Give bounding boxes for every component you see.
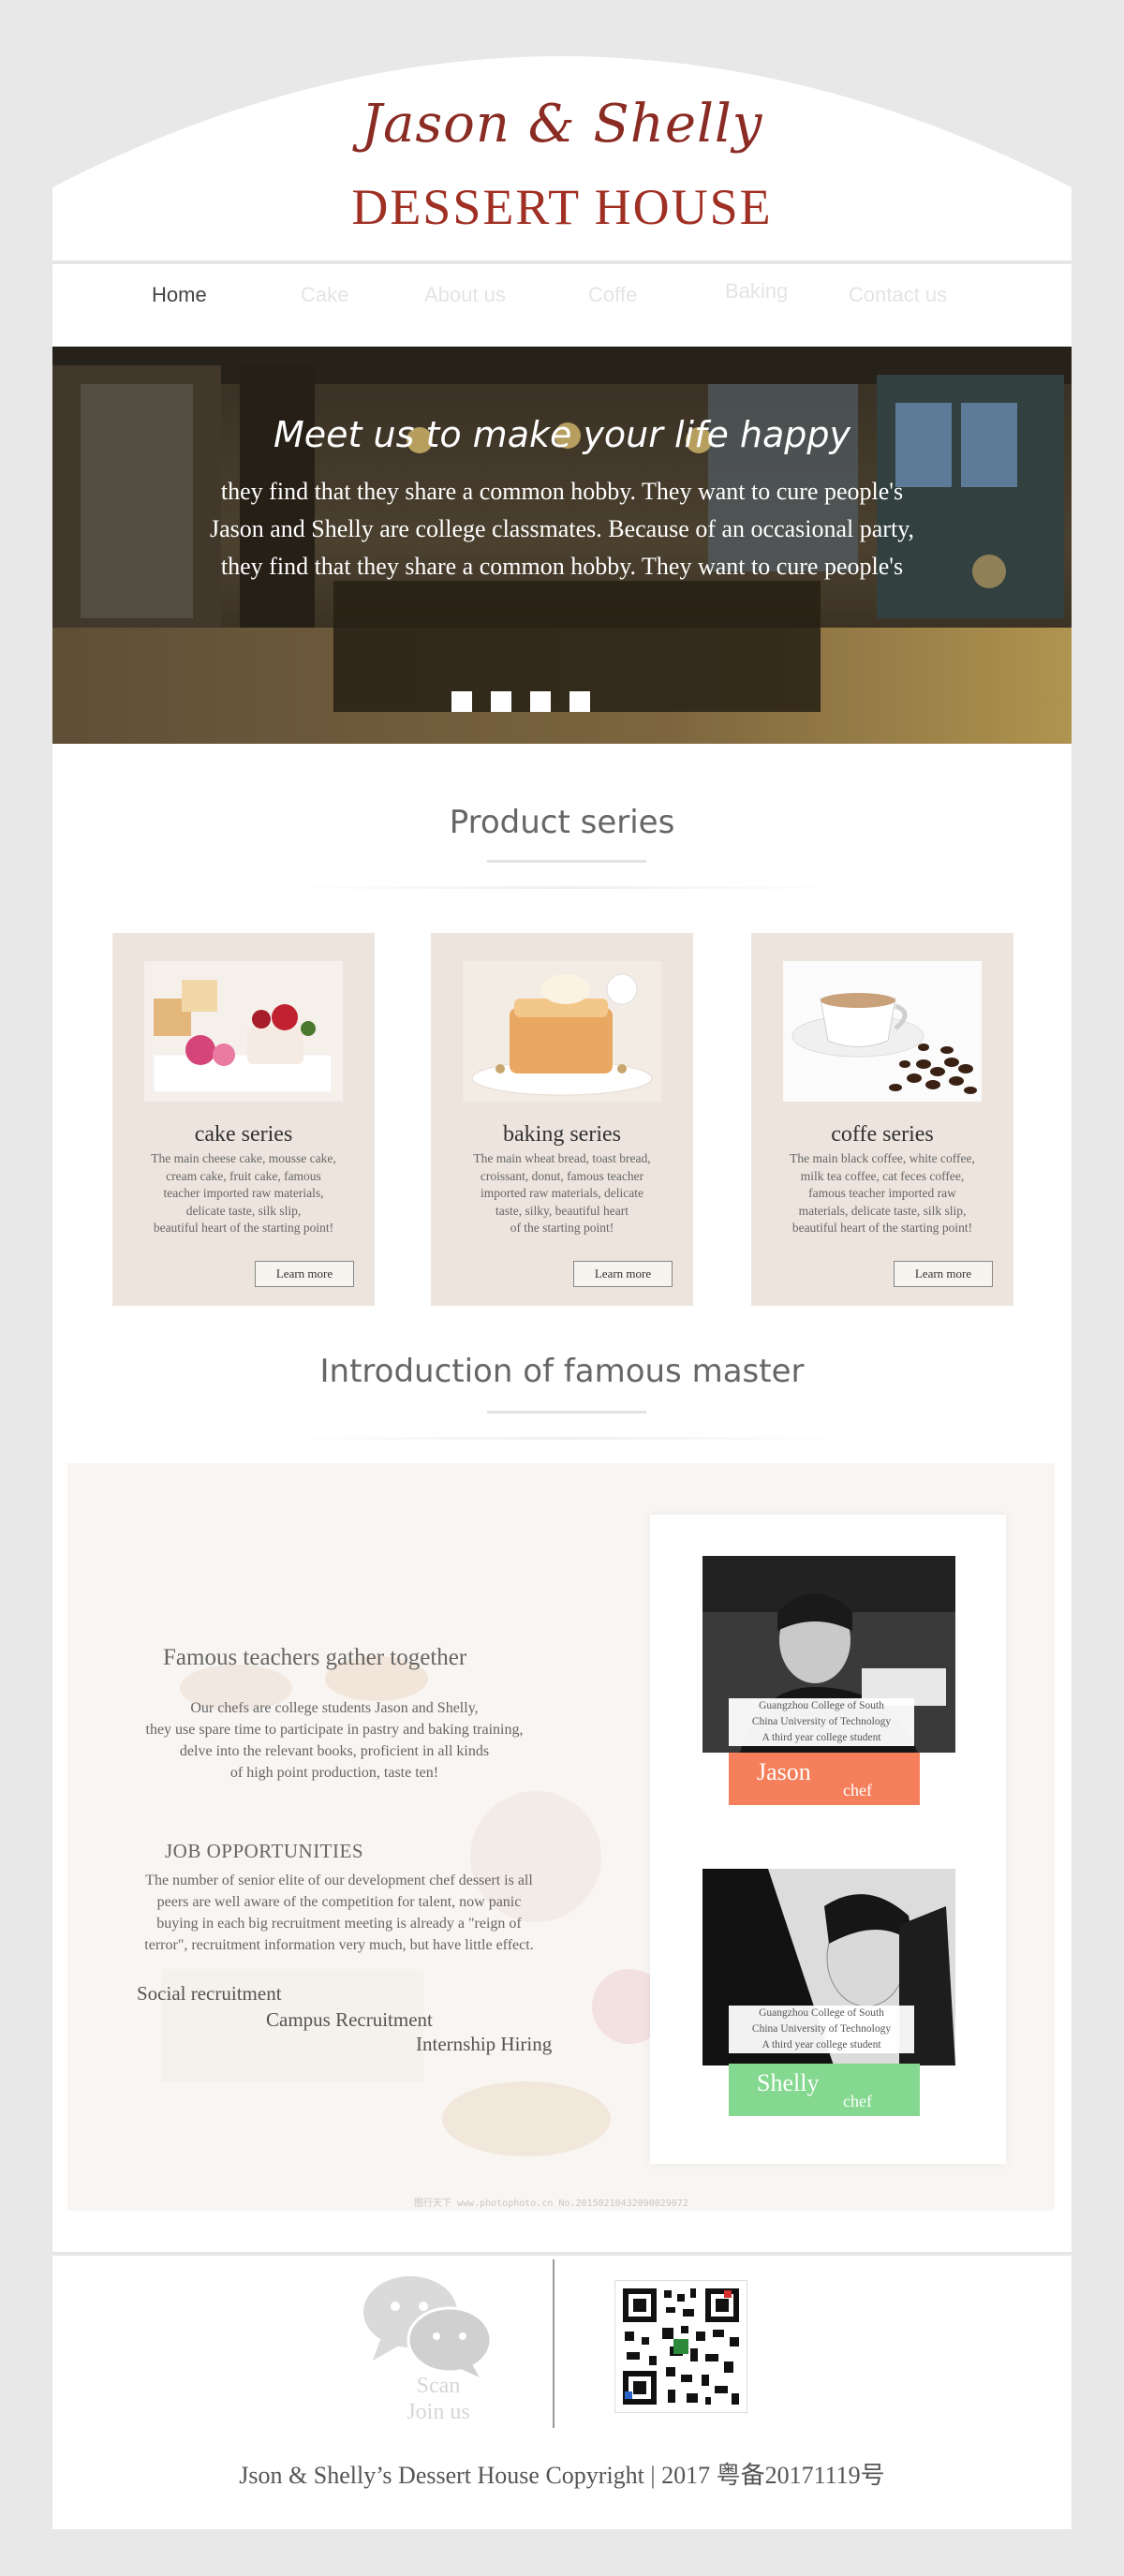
scan-label: Scan xyxy=(416,2374,461,2398)
nav-item-home[interactable]: Home xyxy=(152,283,207,307)
master-intro: Our chefs are college students Jason and… xyxy=(145,1700,524,1781)
copyright-text: Json & Shelly’s Dessert House Copyright … xyxy=(239,2462,885,2489)
nav-item-about-us[interactable]: About us xyxy=(424,283,506,307)
jason-caption: Guangzhou College of South China Univers… xyxy=(729,1698,914,1746)
cafe-interior-image xyxy=(52,347,1072,744)
product-card-coffe: coffe series The main black coffee, whit… xyxy=(751,933,1013,1306)
job-opportunities-heading: JOB OPPORTUNITIES xyxy=(165,1840,364,1862)
product-series-title: Product series xyxy=(449,804,675,841)
nav-item-cake[interactable]: Cake xyxy=(301,283,348,307)
card-title: baking series xyxy=(503,1122,621,1147)
card-description: The main cheese cake, mousse cake, cream… xyxy=(151,1151,336,1235)
card-title: coffe series xyxy=(831,1122,934,1147)
master-section: Famous teachers gather together Our chef… xyxy=(67,1463,1055,2211)
coffee-image xyxy=(783,961,982,1102)
banner-text-line-3: they find that they share a common hobby… xyxy=(220,553,904,580)
product-card-cake: cake series The main cheese cake, mousse… xyxy=(112,933,375,1306)
banner-heading: Meet us to make your life happy xyxy=(273,414,851,455)
main-nav: Home Cake About us Coffe Baking Contact … xyxy=(52,266,1072,347)
banner-text-line-1: they find that they share a common hobby… xyxy=(220,478,904,505)
hero-banner: Meet us to make your life happy they fin… xyxy=(52,347,1072,744)
footer-divider xyxy=(52,2252,1072,2256)
brand-script-title: Jason & Shelly xyxy=(361,94,763,155)
master-heading: Famous teachers gather together xyxy=(163,1645,467,1670)
wechat-icon[interactable] xyxy=(362,2274,502,2377)
banner-text-line-2: Jason and Shelly are college classmates.… xyxy=(209,515,915,542)
jason-name-tag: Jason chef xyxy=(729,1753,920,1805)
chef-role: chef xyxy=(843,1781,872,1799)
chef-panel: Guangzhou College of South China Univers… xyxy=(650,1515,1006,2164)
toast-image xyxy=(463,961,661,1102)
social-recruitment-link[interactable]: Social recruitment xyxy=(137,1982,282,2006)
slider-dot-2[interactable] xyxy=(491,691,511,712)
slider-dot-3[interactable] xyxy=(530,691,551,712)
site-header: Jason & Shelly DESSERT HOUSE xyxy=(52,0,1072,264)
watermark-text: 图行天下 www.photophoto.cn No.20150210432090… xyxy=(414,2198,688,2209)
nav-item-coffe[interactable]: Coffe xyxy=(588,283,637,307)
join-us-label: Join us xyxy=(407,2400,470,2424)
learn-more-button[interactable]: Learn more xyxy=(573,1261,673,1287)
qr-code xyxy=(614,2280,747,2413)
product-title-underline xyxy=(487,860,646,863)
master-section-title: Introduction of famous master xyxy=(319,1353,805,1390)
header-divider xyxy=(52,260,1072,264)
slider-dot-1[interactable] xyxy=(451,691,472,712)
card-description: The main wheat bread, toast bread, crois… xyxy=(473,1151,651,1235)
chef-role: chef xyxy=(843,2092,872,2110)
master-title-underline xyxy=(487,1411,646,1414)
shelly-name-tag: Shelly chef xyxy=(729,2064,920,2116)
chef-name: Jason xyxy=(757,1758,811,1785)
learn-more-button[interactable]: Learn more xyxy=(255,1261,354,1287)
footer-vertical-divider xyxy=(553,2259,555,2428)
card-description: The main black coffee, white coffee, mil… xyxy=(790,1151,975,1235)
nav-item-baking[interactable]: Baking xyxy=(725,279,788,303)
chef-name: Shelly xyxy=(757,2069,820,2096)
learn-more-button[interactable]: Learn more xyxy=(894,1261,993,1287)
cake-image xyxy=(144,961,343,1102)
shelly-caption: Guangzhou College of South China Univers… xyxy=(729,2006,914,2053)
brand-house-title: DESSERT HOUSE xyxy=(351,179,773,235)
slider-dot-4[interactable] xyxy=(569,691,590,712)
page: Jason & Shelly DESSERT HOUSE Home Cake A… xyxy=(52,0,1072,2529)
product-title-shadow xyxy=(281,886,852,889)
job-opportunities-text: The number of senior elite of our develo… xyxy=(144,1873,534,1953)
nav-item-contact-us[interactable]: Contact us xyxy=(849,283,947,307)
internship-hiring-link[interactable]: Internship Hiring xyxy=(416,2033,552,2056)
master-title-shadow xyxy=(281,1437,852,1440)
card-title: cake series xyxy=(194,1122,293,1147)
product-card-baking: baking series The main wheat bread, toas… xyxy=(431,933,693,1306)
campus-recruitment-link[interactable]: Campus Recruitment xyxy=(266,2008,433,2032)
